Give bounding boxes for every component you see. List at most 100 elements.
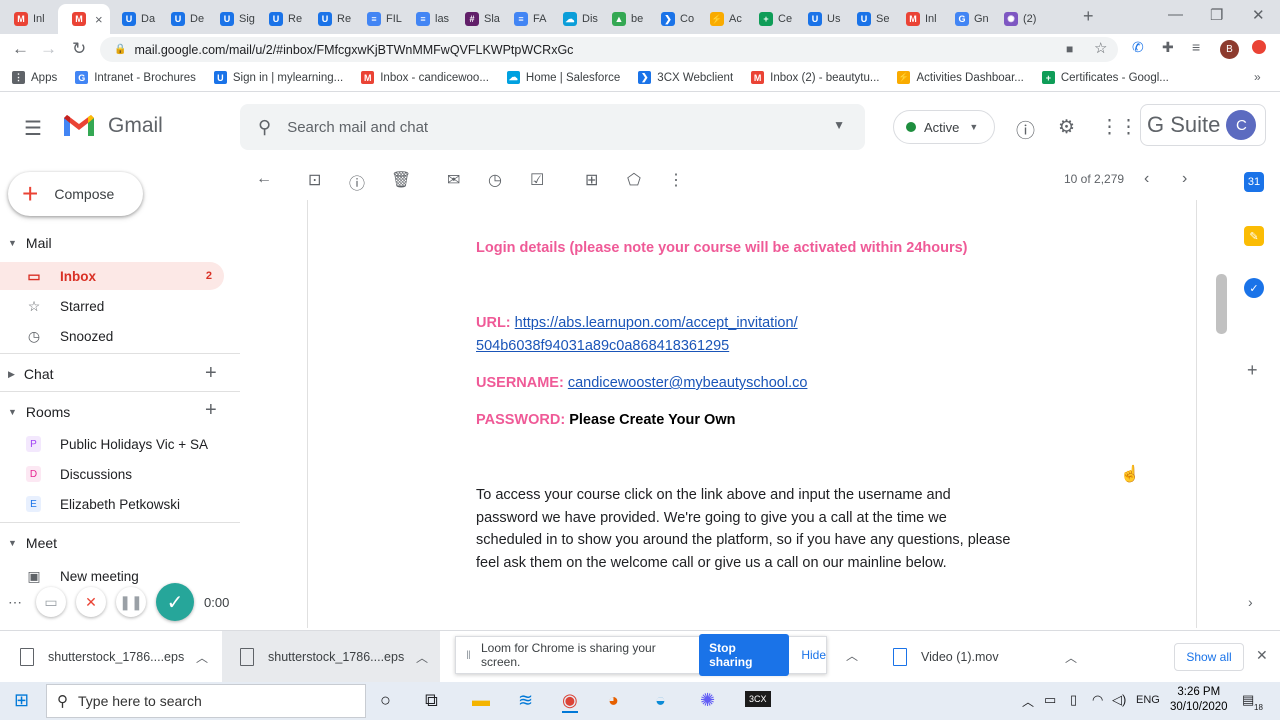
newer-icon[interactable]: ‹ bbox=[1144, 170, 1149, 188]
browser-tab[interactable]: U Re bbox=[304, 4, 353, 34]
snooze-icon[interactable]: ◷ bbox=[488, 170, 502, 190]
battery-tray-icon[interactable]: ▯ bbox=[1070, 692, 1077, 708]
help-icon[interactable]: ⓘ bbox=[1016, 116, 1035, 143]
browser-tab[interactable]: ≡ FA bbox=[500, 4, 549, 34]
report-spam-icon[interactable]: ⓘ bbox=[349, 170, 365, 194]
tasks-icon[interactable]: ✓ bbox=[1244, 278, 1264, 298]
nav-item-starred[interactable]: ☆ Starred bbox=[0, 292, 224, 320]
download-item[interactable]: Video (1).mov ︿ bbox=[893, 631, 1089, 683]
back-icon[interactable]: ← bbox=[12, 39, 29, 59]
drag-handle-icon[interactable]: ‖ bbox=[466, 648, 471, 662]
close-tab-icon[interactable]: × bbox=[95, 12, 103, 27]
wifi-app-icon[interactable]: ≋ bbox=[518, 690, 533, 711]
account-switcher[interactable]: G Suite C bbox=[1140, 104, 1266, 146]
bookmark-item[interactable]: ☁ Home | Salesforce bbox=[506, 71, 620, 84]
profile-avatar[interactable]: B bbox=[1220, 40, 1239, 59]
more-options-icon[interactable]: ⋯ bbox=[8, 594, 22, 611]
browser-tab[interactable]: U Da bbox=[108, 4, 157, 34]
browser-tab[interactable]: M × bbox=[58, 4, 110, 34]
new-tab-button[interactable]: + bbox=[1083, 6, 1094, 27]
loom-app-icon[interactable]: ✺ bbox=[700, 690, 715, 711]
delete-icon[interactable]: 🗑 bbox=[391, 170, 411, 190]
chevron-up-icon[interactable]: ︿ bbox=[416, 649, 428, 666]
download-item[interactable]: shutterstock_1786....eps ︿ bbox=[222, 631, 440, 683]
browser-tab[interactable]: ✺ (2) bbox=[990, 4, 1039, 34]
3cx-app-icon[interactable]: 3CX bbox=[745, 691, 771, 707]
browser-tab[interactable]: U Se bbox=[843, 4, 892, 34]
show-all-downloads-button[interactable]: Show all bbox=[1174, 643, 1244, 671]
settings-gear-icon[interactable]: ⚙ bbox=[1058, 116, 1075, 139]
meet-section-header[interactable]: ▼ Meet bbox=[8, 535, 57, 551]
bookmark-item[interactable]: M Inbox (2) - beautytu... bbox=[751, 71, 879, 84]
add-to-tasks-icon[interactable]: ☑ bbox=[530, 170, 544, 190]
bookmark-item[interactable]: + Certificates - Googl... bbox=[1041, 71, 1169, 84]
action-center-icon[interactable]: ▤ bbox=[1242, 692, 1254, 708]
label-icon[interactable]: ⬠ bbox=[627, 170, 641, 190]
more-actions-icon[interactable]: ⋮ bbox=[668, 170, 684, 190]
more-bookmarks-icon[interactable]: » bbox=[1254, 70, 1261, 84]
browser-tab[interactable]: G Gn bbox=[941, 4, 990, 34]
archive-icon[interactable]: ⊡ bbox=[308, 170, 321, 190]
hidden-icons-chevron[interactable]: ︿ bbox=[1022, 693, 1034, 710]
cancel-recording-icon[interactable]: ✕ bbox=[76, 587, 106, 617]
course-url-link[interactable]: https://abs.learnupon.com/accept_invitat… bbox=[515, 315, 798, 331]
browser-tab[interactable]: U Us bbox=[794, 4, 843, 34]
bookmark-item[interactable]: G Intranet - Brochures bbox=[75, 71, 196, 84]
room-item[interactable]: D Discussions bbox=[0, 460, 224, 488]
edge-icon[interactable]: ◒ bbox=[655, 690, 666, 711]
side-panel-toggle-icon[interactable]: › bbox=[1248, 594, 1253, 610]
browser-tab[interactable]: ▲ be bbox=[598, 4, 647, 34]
browser-tab[interactable]: M Inl bbox=[892, 4, 941, 34]
rooms-section-header[interactable]: ▼ Rooms bbox=[8, 404, 70, 420]
restore-button[interactable]: ❐ bbox=[1210, 6, 1223, 24]
network-tray-icon[interactable]: ▭ bbox=[1044, 692, 1056, 708]
camera-icon[interactable]: ■ bbox=[1066, 42, 1073, 56]
get-addons-icon[interactable]: + bbox=[1247, 360, 1258, 381]
browser-tab[interactable]: ≡ las bbox=[402, 4, 451, 34]
mark-unread-icon[interactable]: ✉ bbox=[447, 170, 460, 190]
pause-icon[interactable]: ❚❚ bbox=[116, 587, 146, 617]
task-view-icon[interactable]: ⧉ bbox=[425, 690, 438, 711]
volume-icon[interactable]: ◁) bbox=[1112, 692, 1126, 708]
browser-tab[interactable]: U Re bbox=[255, 4, 304, 34]
search-options-icon[interactable]: ▼ bbox=[833, 118, 845, 132]
minimize-button[interactable]: — bbox=[1168, 6, 1183, 23]
add-chat-icon[interactable]: + bbox=[205, 362, 217, 385]
main-menu-icon[interactable]: ☰ bbox=[24, 116, 42, 141]
download-item[interactable]: shutterstock_1786....eps ︿ bbox=[20, 631, 220, 683]
browser-tab[interactable]: U Sig bbox=[206, 4, 255, 34]
scrollbar-thumb[interactable] bbox=[1216, 274, 1227, 334]
bookmark-item[interactable]: ⋮ Apps bbox=[12, 71, 57, 84]
chevron-up-icon[interactable]: ︿ bbox=[846, 647, 858, 664]
nav-item-snoozed[interactable]: ◷ Snoozed bbox=[0, 322, 224, 350]
browser-tab[interactable]: ⚡ Ac bbox=[696, 4, 745, 34]
add-room-icon[interactable]: + bbox=[205, 399, 217, 422]
browser-tab[interactable]: U De bbox=[157, 4, 206, 34]
room-item[interactable]: E Elizabeth Petkowski bbox=[0, 490, 224, 518]
language-indicator[interactable]: ENG bbox=[1136, 694, 1160, 706]
chevron-up-icon[interactable]: ︿ bbox=[196, 649, 208, 666]
bookmark-star-icon[interactable]: ☆ bbox=[1094, 39, 1107, 57]
hide-banner-button[interactable]: Hide bbox=[801, 648, 826, 662]
firefox-icon[interactable]: ◕ bbox=[608, 690, 619, 711]
course-url-link-cont[interactable]: 504b6038f94031a89c0a868418361295 bbox=[476, 338, 729, 354]
stop-sharing-button[interactable]: Stop sharing bbox=[699, 634, 790, 676]
close-shelf-icon[interactable]: ✕ bbox=[1256, 647, 1268, 664]
browser-tab[interactable]: ☁ Dis bbox=[549, 4, 598, 34]
chrome-icon[interactable]: ◉ bbox=[562, 690, 578, 713]
calendar-icon[interactable]: 31 bbox=[1244, 172, 1264, 192]
bookmark-item[interactable]: U Sign in | mylearning... bbox=[213, 71, 343, 84]
status-dropdown[interactable]: Active ▼ bbox=[893, 110, 995, 144]
phone-icon[interactable]: ✆ bbox=[1132, 39, 1144, 56]
finish-recording-icon[interactable]: ✓ bbox=[156, 583, 194, 621]
omnibox[interactable]: 🔒 mail.google.com/mail/u/2/#inbox/FMfcgx… bbox=[100, 37, 1118, 62]
chevron-up-icon[interactable]: ︿ bbox=[1065, 649, 1077, 666]
search-input[interactable]: Search mail and chat bbox=[287, 119, 428, 136]
keep-icon[interactable]: ✎ bbox=[1244, 226, 1264, 246]
media-icon[interactable]: ≡ bbox=[1192, 39, 1200, 55]
camera-toggle-icon[interactable]: ▭ bbox=[36, 587, 66, 617]
system-clock[interactable]: 3:26 PM 30/10/2020 bbox=[1170, 685, 1228, 715]
browser-tab[interactable]: ❯ Co bbox=[647, 4, 696, 34]
close-window-button[interactable]: ✕ bbox=[1252, 6, 1265, 24]
move-to-icon[interactable]: ⊞ bbox=[585, 170, 598, 190]
